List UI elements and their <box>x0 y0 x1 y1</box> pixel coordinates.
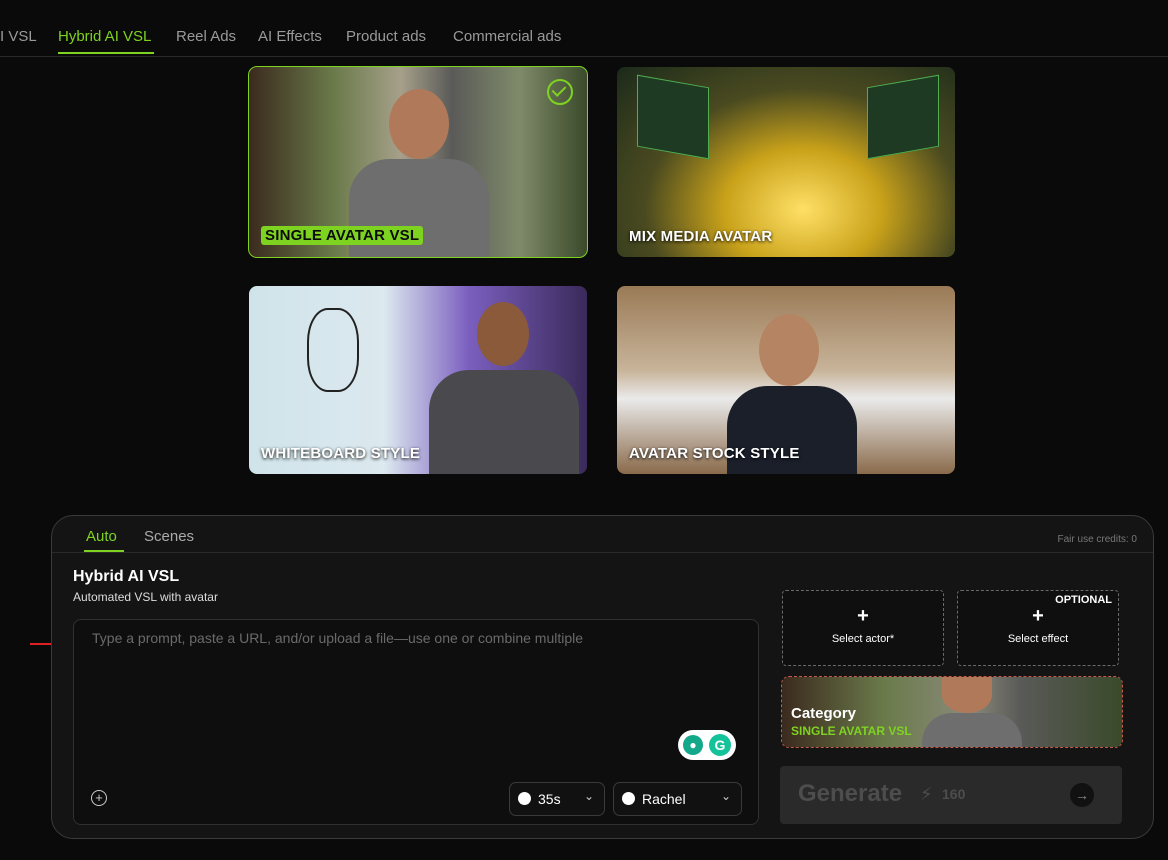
style-label: MIX MEDIA AVATAR <box>629 228 773 245</box>
clock-icon <box>518 792 531 805</box>
avatar-body <box>922 713 1022 747</box>
voice-value: Rachel <box>642 791 686 807</box>
tab-scenes[interactable]: Scenes <box>144 528 194 545</box>
style-label: WHITEBOARD STYLE <box>261 445 421 462</box>
select-effect-label: Select effect <box>1007 633 1069 645</box>
category-tabs: AI VSL Hybrid AI VSL Reel Ads AI Effects… <box>0 0 1168 57</box>
play-icon <box>622 792 635 805</box>
style-card-whiteboard[interactable]: WHITEBOARD STYLE <box>249 286 587 474</box>
whiteboard-drawing <box>307 308 359 392</box>
style-label: SINGLE AVATAR VSL <box>261 226 424 245</box>
lightning-icon: ⚡︎ <box>920 784 933 804</box>
generate-label: Generate <box>798 780 903 807</box>
tab-ai-effects[interactable]: AI Effects <box>258 28 322 45</box>
select-actor-button[interactable]: + Select actor* <box>782 590 944 666</box>
style-card-single-avatar[interactable]: SINGLE AVATAR VSL <box>248 66 588 258</box>
chart-panel <box>637 74 709 160</box>
tab-ai-vsl[interactable]: AI VSL <box>0 28 37 45</box>
panel-subtitle: Automated VSL with avatar <box>73 590 218 604</box>
tab-reel-ads[interactable]: Reel Ads <box>176 28 236 45</box>
prompt-box: ● G + 35s ⌄ Rachel ⌄ <box>73 619 759 825</box>
category-card[interactable]: Category SINGLE AVATAR VSL <box>781 676 1123 748</box>
chevron-down-icon: ⌄ <box>583 789 594 803</box>
style-card-mix-media[interactable]: MIX MEDIA AVATAR <box>617 67 955 257</box>
grammarly-widget[interactable]: ● G <box>678 730 736 760</box>
lightbulb-icon: ● <box>683 735 703 755</box>
active-tab-indicator <box>58 52 154 54</box>
tab-auto[interactable]: Auto <box>86 528 117 545</box>
select-effect-button[interactable]: OPTIONAL + Select effect <box>957 590 1119 666</box>
plus-icon: + <box>857 605 869 627</box>
avatar-face <box>389 89 449 159</box>
category-title: Category <box>791 705 857 722</box>
chart-panel <box>867 74 939 160</box>
tab-hybrid-ai-vsl[interactable]: Hybrid AI VSL <box>58 28 151 45</box>
arrow-right-icon: → <box>1070 783 1094 807</box>
voice-select[interactable]: Rachel ⌄ <box>613 782 742 816</box>
panel-title: Hybrid AI VSL <box>73 568 180 585</box>
plus-icon: + <box>1032 605 1044 627</box>
add-attachment-icon[interactable]: + <box>91 790 107 806</box>
style-label: AVATAR STOCK STYLE <box>629 445 800 462</box>
category-value: SINGLE AVATAR VSL <box>791 724 912 738</box>
avatar-face <box>942 677 992 713</box>
presenter-face <box>477 302 529 366</box>
divider <box>52 552 1153 553</box>
generate-cost: 160 <box>942 786 966 802</box>
chevron-down-icon: ⌄ <box>720 789 731 803</box>
style-card-avatar-stock[interactable]: AVATAR STOCK STYLE <box>617 286 955 474</box>
grammarly-icon: G <box>709 734 731 756</box>
presenter-body <box>429 370 579 474</box>
avatar-face <box>759 314 819 386</box>
duration-value: 35s <box>538 791 561 807</box>
prompt-input[interactable] <box>74 620 758 760</box>
check-icon <box>547 79 573 105</box>
generate-button[interactable]: Generate ⚡︎ 160 → <box>780 766 1122 824</box>
tab-product-ads[interactable]: Product ads <box>346 28 426 45</box>
duration-select[interactable]: 35s ⌄ <box>509 782 605 816</box>
credits-text: Fair use credits: 0 <box>1057 534 1137 545</box>
generation-panel: Auto Scenes Fair use credits: 0 Hybrid A… <box>51 515 1154 839</box>
tab-commercial-ads[interactable]: Commercial ads <box>453 28 561 45</box>
select-actor-label: Select actor* <box>831 633 895 645</box>
